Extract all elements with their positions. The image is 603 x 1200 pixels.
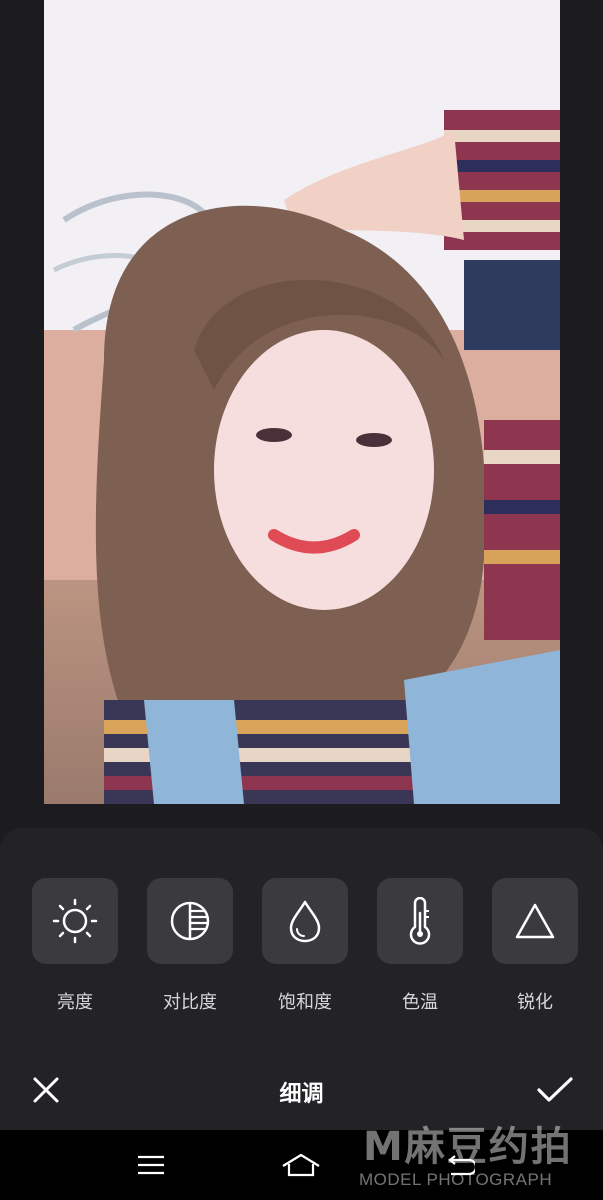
tool-row: 亮度 对比度 饱和度 色温 锐化 [0, 878, 603, 1018]
saturation-icon [289, 900, 321, 943]
confirm-button[interactable] [535, 1072, 575, 1108]
temperature-icon [409, 897, 431, 945]
brightness-icon [52, 898, 98, 944]
home-button[interactable] [281, 1148, 321, 1182]
brightness-label: 亮度 [57, 992, 93, 1013]
tool-brightness[interactable]: 亮度 [32, 878, 118, 1018]
menu-button[interactable] [131, 1148, 171, 1182]
watermark-sub: MODEL PHOTOGRAPH [359, 1170, 553, 1189]
tool-temperature[interactable]: 色温 [377, 878, 463, 1018]
photo-area [0, 0, 603, 820]
edited-photo [44, 0, 560, 804]
sharpen-icon [515, 903, 555, 939]
watermark-main: M麻豆约拍 [363, 1124, 573, 1170]
menu-icon [138, 1155, 164, 1175]
panel-title: 细调 [279, 1082, 324, 1107]
action-bar: 细调 [0, 1058, 603, 1118]
temperature-label: 色温 [402, 992, 438, 1013]
tool-sharpen[interactable]: 锐化 [492, 878, 578, 1018]
tool-saturation[interactable]: 饱和度 [262, 878, 348, 1018]
adjust-panel: 亮度 对比度 饱和度 色温 锐化 细调 [0, 828, 603, 1130]
temperature-button[interactable] [377, 878, 463, 964]
tool-contrast[interactable]: 对比度 [147, 878, 233, 1018]
watermark: M麻豆约拍 MODEL PHOTOGRAPH [359, 1110, 593, 1200]
portrait-photo [44, 0, 560, 804]
contrast-button[interactable] [147, 878, 233, 964]
saturation-button[interactable] [262, 878, 348, 964]
brightness-button[interactable] [32, 878, 118, 964]
check-icon [537, 1077, 573, 1102]
sharpen-button[interactable] [492, 878, 578, 964]
sharpen-label: 锐化 [517, 992, 553, 1013]
contrast-label: 对比度 [163, 992, 217, 1013]
contrast-icon [170, 901, 210, 941]
home-icon [282, 1153, 320, 1177]
saturation-label: 饱和度 [278, 992, 332, 1013]
